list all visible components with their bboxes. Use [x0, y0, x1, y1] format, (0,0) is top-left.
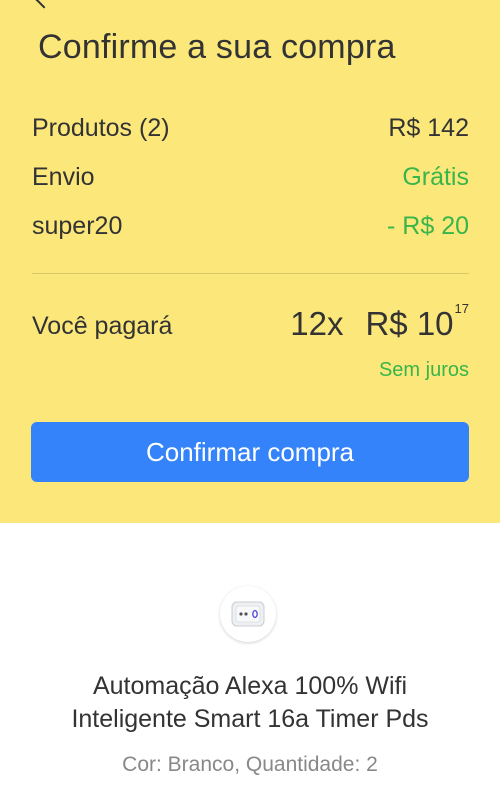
coupon-discount-value: - R$ 20: [387, 212, 469, 240]
purchase-summary-panel: Confirme a sua compra Produtos (2) R$ 14…: [0, 0, 500, 523]
products-label: Produtos (2): [32, 114, 170, 142]
coupon-label: super20: [32, 212, 123, 240]
installments-count: 12x: [290, 305, 344, 342]
back-arrow-icon[interactable]: [35, 0, 53, 9]
product-meta: Cor: Branco, Quantidade: 2: [122, 753, 378, 776]
page-title: Confirme a sua compra: [38, 28, 396, 66]
summary-divider: [32, 273, 469, 274]
products-value: R$ 142: [388, 114, 469, 142]
payment-amount: 12x R$ 1017: [290, 301, 469, 343]
shipping-label: Envio: [32, 163, 95, 191]
confirm-purchase-button[interactable]: Confirmar compra: [31, 422, 469, 482]
product-thumbnail[interactable]: [220, 586, 276, 642]
product-name-line-2: Inteligente Smart 16a Timer Pds: [71, 705, 429, 733]
installment-cents: 17: [454, 301, 469, 316]
smart-switch-device-icon: [231, 601, 265, 627]
payment-label: Você pagará: [32, 312, 173, 340]
summary-row-coupon: super20 - R$ 20: [32, 212, 469, 246]
product-name-line-1: Automação Alexa 100% Wifi: [92, 672, 408, 700]
installment-value: R$ 10: [365, 305, 454, 342]
shipping-value: Grátis: [402, 163, 469, 191]
summary-row-shipping: Envio Grátis: [32, 163, 469, 197]
summary-row-products: Produtos (2) R$ 142: [32, 114, 469, 148]
product-name: Automação Alexa 100% Wifi Inteligente Sm…: [0, 670, 500, 736]
no-interest-note: Sem juros: [378, 359, 469, 381]
